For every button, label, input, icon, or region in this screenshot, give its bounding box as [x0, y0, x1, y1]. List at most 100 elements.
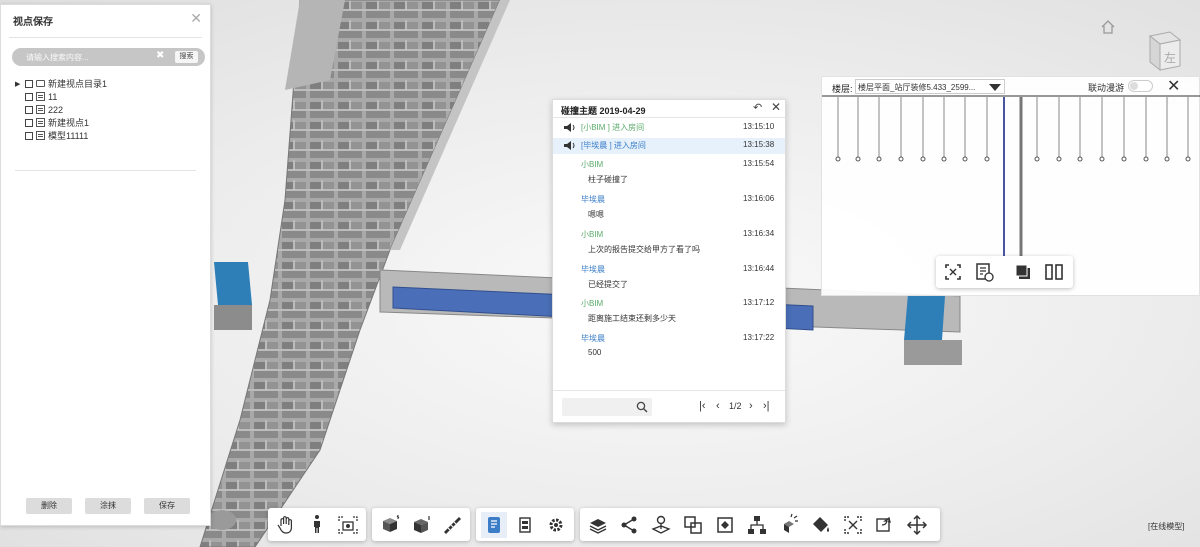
tree-item[interactable]: 模型11111 — [15, 129, 107, 142]
right-entrance-block — [904, 294, 945, 340]
prev-page-button[interactable]: ‹ — [716, 398, 720, 414]
search-button[interactable]: 搜索 — [175, 51, 198, 63]
pin-icon[interactable] — [648, 512, 674, 538]
tree-folder[interactable]: ▶ 新建视点目录1 — [15, 77, 107, 90]
viewpoint-icon — [36, 131, 45, 140]
document-clock-icon[interactable] — [972, 260, 996, 284]
checkbox[interactable] — [25, 131, 33, 140]
chat-message: 毕埃晨 13:17:22 500 — [553, 333, 785, 361]
property-icon[interactable] — [481, 512, 507, 538]
search-icon[interactable] — [636, 401, 648, 413]
system-message: [毕埃晨 ] 进入房间 13:15:38 — [553, 138, 785, 154]
floor-panel-icon[interactable] — [512, 512, 538, 538]
camera-viewpoint-icon[interactable] — [335, 512, 361, 538]
speaker-icon[interactable] — [563, 140, 577, 151]
close-icon[interactable]: ✕ — [190, 10, 202, 27]
divider — [15, 170, 196, 171]
compare-icon[interactable] — [680, 512, 706, 538]
floor-select-value: 楼层平面_站厅装修5.433_2599... — [858, 83, 976, 92]
tree-item[interactable]: 11 — [15, 90, 107, 103]
chevron-down-icon[interactable] — [989, 84, 1001, 91]
message-time: 13:17:12 — [743, 298, 775, 307]
chat-message: 小BIM 13:16:34 上次的报告提交给甲方了看了吗 — [553, 229, 785, 257]
linkage-toggle[interactable] — [1128, 80, 1153, 92]
message-time: 13:16:34 — [743, 229, 775, 238]
message-time: 13:17:22 — [743, 333, 775, 342]
layers-icon[interactable] — [585, 512, 611, 538]
chat-panel: 碰撞主题 2019-04-29 ↶ ✕ [小BIM ] 进入房间 13:15:1… — [552, 99, 786, 423]
toolbar-navigation — [268, 508, 366, 541]
expand-arrow-icon[interactable]: ▶ — [15, 80, 25, 88]
message-sender: 毕埃晨 — [581, 334, 605, 343]
section-box-icon[interactable] — [377, 512, 403, 538]
message-sender: 小BIM — [581, 160, 604, 169]
divider — [9, 37, 202, 38]
tree-item[interactable]: 222 — [15, 103, 107, 116]
floor-label: 楼层: — [832, 84, 853, 94]
fit-view-icon[interactable] — [840, 512, 866, 538]
message-time: 13:16:06 — [743, 194, 775, 203]
message-text: 距离施工结束还剩多少天 — [588, 314, 676, 323]
collision-icon[interactable] — [712, 512, 738, 538]
tree-item[interactable]: 新建视点1 — [15, 116, 107, 129]
person-walk-icon[interactable] — [304, 512, 330, 538]
save-button[interactable]: 保存 — [144, 498, 190, 514]
message-text: 已经提交了 — [588, 280, 628, 289]
checkbox[interactable] — [25, 92, 33, 101]
tree-label: 11 — [48, 91, 58, 102]
chat-search-input[interactable] — [562, 398, 652, 416]
message-time: 13:15:10 — [743, 122, 775, 131]
viewpoint-icon — [36, 118, 45, 127]
structure-icon[interactable] — [744, 512, 770, 538]
toolbar-section — [372, 508, 470, 541]
clear-icon[interactable]: ✖ — [156, 50, 164, 61]
close-icon[interactable]: ✕ — [1167, 76, 1180, 96]
settings-icon[interactable] — [543, 512, 569, 538]
status-text: [在线模型] — [1148, 522, 1185, 531]
svg-text:左: 左 — [1164, 50, 1176, 65]
chat-message: 小BIM 13:15:54 柱子碰撞了 — [553, 159, 785, 187]
home-icon[interactable] — [1101, 20, 1115, 34]
message-time: 13:15:38 — [743, 140, 775, 149]
last-page-button[interactable]: ›| — [763, 398, 770, 414]
checkbox[interactable] — [25, 105, 33, 114]
rotate-icon[interactable] — [872, 512, 898, 538]
section-plane-icon[interactable] — [408, 512, 434, 538]
hand-icon[interactable] — [273, 512, 299, 538]
divider — [553, 390, 785, 391]
speaker-icon[interactable] — [563, 122, 577, 133]
page-indicator: 1/2 — [729, 401, 742, 411]
toolbar-data — [476, 508, 574, 541]
move-icon[interactable] — [904, 512, 930, 538]
paint-button[interactable]: 涂抹 — [85, 498, 131, 514]
view-cube-icon[interactable]: 左 — [1144, 28, 1184, 73]
toolbar-model — [580, 508, 940, 541]
split-view-icon[interactable] — [1042, 260, 1066, 284]
layer-square-icon[interactable] — [1011, 260, 1035, 284]
floor-tools — [936, 256, 1073, 288]
system-message: [小BIM ] 进入房间 13:15:10 — [553, 122, 785, 136]
tree-label: 新建视点目录1 — [48, 79, 108, 89]
chat-message: 毕埃晨 13:16:44 已经提交了 — [553, 264, 785, 292]
viewpoint-panel: 视点保存 ✕ ✖ 搜索 ▶ 新建视点目录1 11 222 新建视点1 — [0, 4, 211, 526]
floor-plan-view[interactable] — [822, 95, 1200, 275]
checkbox[interactable] — [25, 79, 33, 88]
undo-icon[interactable]: ↶ — [753, 101, 762, 114]
paint-bucket-icon[interactable] — [808, 512, 834, 538]
divider — [553, 117, 785, 118]
delete-button[interactable]: 删除 — [26, 498, 72, 514]
measure-icon[interactable] — [439, 512, 465, 538]
message-time: 13:15:54 — [743, 159, 775, 168]
search-input[interactable] — [26, 50, 151, 64]
tree-label: 新建视点1 — [48, 118, 90, 128]
floor-select[interactable]: 楼层平面_站厅装修5.433_2599... — [855, 79, 1005, 94]
panel-title: 视点保存 — [13, 17, 53, 28]
first-page-button[interactable]: |‹ — [699, 398, 706, 414]
fit-frame-icon[interactable] — [941, 260, 965, 284]
next-page-button[interactable]: › — [749, 398, 753, 414]
checkbox[interactable] — [25, 118, 33, 127]
share-icon[interactable] — [616, 512, 642, 538]
close-icon[interactable]: ✕ — [771, 100, 781, 114]
message-time: 13:16:44 — [743, 264, 775, 273]
explode-icon[interactable] — [776, 512, 802, 538]
